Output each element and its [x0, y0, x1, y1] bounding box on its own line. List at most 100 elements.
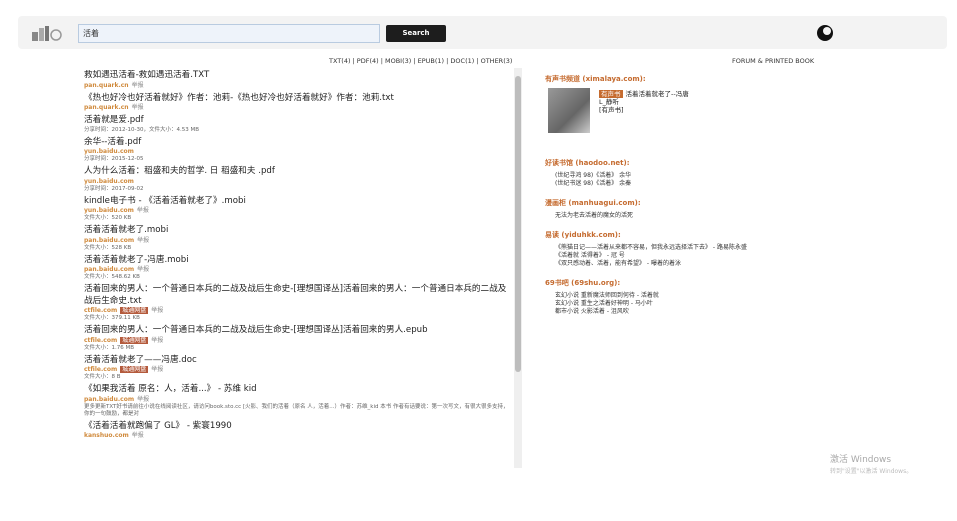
list-item[interactable]: 都市小说 火影活着 - 沮风吹 — [555, 308, 845, 316]
list-item[interactable]: 《熊猫日记——活着从来都不容易，但我永远选择活下去》 - 路易陈永盛 — [555, 244, 845, 252]
ximalaya-book[interactable]: 有声书 活着活着就老了--冯唐 L_静听 [有声书] — [545, 88, 845, 146]
site-logo[interactable] — [30, 24, 64, 42]
result-title[interactable]: 人为什么活着：稻盛和夫的哲学. 日 稻盛和夫 .pdf — [84, 166, 512, 178]
manhuagui-list: 无法为老去活着的魔女的活死 — [555, 212, 845, 220]
result-item: 活着活着就老了——冯唐.doc ctfile.com 城通网盘 举报 文件大小：8 B — [84, 355, 512, 382]
source-domain[interactable]: ctfile.com — [84, 366, 117, 373]
result-item: 余华--活着.pdf yun.baidu.com 分享时间：2015-12-05 — [84, 137, 512, 164]
source-domain[interactable]: pan.baidu.com — [84, 237, 134, 244]
result-source[interactable]: yun.baidu.com — [84, 178, 512, 186]
list-item[interactable]: (世纪书迷 98)《活着》 余秦 — [555, 180, 845, 188]
source-domain[interactable]: pan.baidu.com — [84, 266, 134, 273]
result-item: 《热也好冷也好活着就好》作者：池莉-《热也好冷也好活着就好》作者：池莉.txt p… — [84, 93, 512, 113]
source-domain[interactable]: pan.baidu.com — [84, 396, 134, 403]
night-mode-icon[interactable] — [817, 25, 833, 41]
result-title[interactable]: 救如遇迅活着-救如遇迅活着.TXT — [84, 70, 512, 82]
report-link[interactable]: 举报 — [132, 104, 144, 111]
right-panel: 有声书频道 (ximalaya.com): 有声书 活着活着就老了--冯唐 L_静… — [545, 74, 845, 326]
report-link[interactable]: 举报 — [132, 432, 144, 439]
result-title[interactable]: 余华--活着.pdf — [84, 137, 512, 149]
windows-activation-watermark: 激活 Windows — [830, 455, 892, 465]
result-meta: 文件大小：520 KB — [84, 215, 132, 221]
yidu-title[interactable]: 易读 (yiduhkk.com): — [545, 230, 845, 240]
result-title[interactable]: 活着活着就老了-冯唐.mobi — [84, 255, 512, 267]
result-title[interactable]: 活着回来的男人：一个普通日本兵的二战及战后生命史-[理想国译丛]活着回来的男人：… — [84, 284, 512, 307]
result-item: 活着活着就老了-冯唐.mobi pan.baidu.com 举报 文件大小：548.6… — [84, 255, 512, 282]
result-meta: 文件大小：8 B — [84, 374, 121, 380]
list-item[interactable]: 《双只感动着、活着，能有希望》 - 曝着的着泳 — [555, 260, 845, 268]
result-meta: 分享时间：2012-10-30，文件大小：4.53 MB — [84, 126, 199, 133]
report-link[interactable]: 举报 — [137, 266, 149, 273]
result-source[interactable]: pan.baidu.com 举报 — [84, 266, 512, 274]
result-title[interactable]: 活着活着就老了——冯唐.doc — [84, 355, 512, 367]
result-title[interactable]: 《活着活着就跑偏了 GL》 - 紫寰1990 — [84, 421, 512, 433]
sixnine-list: 玄幻小说 重新魔法师回到何待 - 活着就 玄幻小说 重生之活着好神明 - 马小叶… — [555, 292, 845, 316]
ximalaya-title[interactable]: 有声书频道 (ximalaya.com): — [545, 74, 845, 84]
report-link[interactable]: 举报 — [132, 82, 144, 89]
result-item: 活着活着就老了.mobi pan.baidu.com 举报 文件大小：528 KB — [84, 225, 512, 252]
result-source[interactable]: kanshuo.com 举报 — [84, 432, 512, 440]
report-link[interactable]: 举报 — [137, 237, 149, 244]
scrollbar-thumb[interactable] — [515, 76, 521, 372]
manhuagui-title[interactable]: 漫画柜 (manhuagui.com): — [545, 198, 845, 208]
source-domain[interactable]: pan.quark.cn — [84, 104, 129, 111]
source-badge: 城通网盘 — [120, 366, 149, 373]
forum-printed-book-header: FORUM & PRINTED BOOK — [732, 57, 815, 65]
result-item: 活着回来的男人：一个普通日本兵的二战及战后生命史-[理想国译丛]活着回来的男人.… — [84, 325, 512, 352]
source-badge: 城通网盘 — [120, 307, 149, 314]
list-item[interactable]: 《活着就 活得着》 - 冠 号 — [555, 252, 845, 260]
report-link[interactable]: 举报 — [137, 396, 149, 403]
result-source[interactable]: pan.quark.cn 举报 — [84, 104, 512, 112]
source-domain[interactable]: yun.baidu.com — [84, 207, 134, 214]
search-input[interactable]: 活着 — [78, 24, 380, 43]
haodoo-list: (世纪寻鸿 98)《活着》 余华 (世纪书迷 98)《活着》 余秦 — [555, 172, 845, 188]
result-item: 救如遇迅活着-救如遇迅活着.TXT pan.quark.cn 举报 — [84, 70, 512, 90]
result-title[interactable]: 活着回来的男人：一个普通日本兵的二战及战后生命史-[理想国译丛]活着回来的男人.… — [84, 325, 512, 337]
result-source[interactable]: yun.baidu.com 举报 — [84, 207, 512, 215]
book-title[interactable]: 活着活着就老了--冯唐 — [626, 90, 689, 98]
source-domain[interactable]: ctfile.com — [84, 337, 117, 344]
audiobook-badge: 有声书 — [599, 90, 623, 98]
results-list: 救如遇迅活着-救如遇迅活着.TXT pan.quark.cn 举报 《热也好冷也好活着… — [80, 70, 512, 470]
report-link[interactable]: 举报 — [151, 337, 163, 344]
result-item: 人为什么活着：稻盛和夫的哲学. 日 稻盛和夫 .pdf yun.baidu.com… — [84, 166, 512, 193]
result-source[interactable]: pan.quark.cn 举报 — [84, 82, 512, 90]
result-title[interactable]: 《热也好冷也好活着就好》作者：池莉-《热也好冷也好活着就好》作者：池莉.txt — [84, 93, 512, 105]
result-source[interactable]: yun.baidu.com — [84, 148, 512, 156]
list-item[interactable]: 玄幻小说 重生之活着好神明 - 马小叶 — [555, 300, 845, 308]
results-scrollbar[interactable] — [514, 68, 522, 468]
list-item[interactable]: 玄幻小说 重新魔法师回到何待 - 活着就 — [555, 292, 845, 300]
result-meta: 分享时间：2015-12-05 — [84, 156, 144, 162]
book-tag: [有声书] — [599, 106, 624, 114]
result-source[interactable]: ctfile.com 城通网盘 举报 — [84, 307, 512, 315]
sixnine-title[interactable]: 69书吧 (69shu.org): — [545, 278, 845, 288]
source-domain[interactable]: kanshuo.com — [84, 432, 129, 439]
result-item: kindle电子书 - 《活着活着就老了》.mobi yun.baidu.com 举… — [84, 196, 512, 223]
result-title[interactable]: kindle电子书 - 《活着活着就老了》.mobi — [84, 196, 512, 208]
source-domain[interactable]: ctfile.com — [84, 307, 117, 314]
source-domain[interactable]: yun.baidu.com — [84, 148, 134, 155]
result-meta: 更多更新TXT好书请前往小说在线阅读社区，请访问book.sto.cc [火影、… — [84, 403, 509, 417]
result-item: 《如果我活着 原名：人，活着...》 - 苏维 kid pan.baidu.com… — [84, 384, 512, 418]
result-title[interactable]: 活着就是爱.pdf — [84, 115, 512, 127]
book-cover-image[interactable] — [548, 88, 590, 133]
result-meta: 文件大小：548.62 KB — [84, 274, 140, 280]
format-filters[interactable]: TXT(4) | PDF(4) | MOBI(3) | EPUB(1) | DO… — [329, 57, 512, 65]
list-item[interactable]: 无法为老去活着的魔女的活死 — [555, 212, 845, 220]
report-link[interactable]: 举报 — [151, 307, 163, 314]
source-domain[interactable]: yun.baidu.com — [84, 178, 134, 185]
result-title[interactable]: 《如果我活着 原名：人，活着...》 - 苏维 kid — [84, 384, 512, 396]
report-link[interactable]: 举报 — [151, 366, 163, 373]
result-source[interactable]: pan.baidu.com 举报 — [84, 396, 512, 404]
report-link[interactable]: 举报 — [137, 207, 149, 214]
source-badge: 城通网盘 — [120, 336, 149, 344]
result-source[interactable]: pan.baidu.com 举报 — [84, 237, 512, 245]
source-domain[interactable]: pan.quark.cn — [84, 82, 129, 89]
result-title[interactable]: 活着活着就老了.mobi — [84, 225, 512, 237]
haodoo-title[interactable]: 好读书馆 (haodoo.net): — [545, 158, 845, 168]
result-source[interactable]: ctfile.com 城通网盘 举报 — [84, 366, 512, 374]
list-item[interactable]: (世纪寻鸿 98)《活着》 余华 — [555, 172, 845, 180]
windows-activation-hint: 转到"设置"以激活 Windows。 — [830, 468, 913, 475]
search-button[interactable]: Search — [386, 25, 446, 42]
result-source[interactable]: ctfile.com 城通网盘 举报 — [84, 336, 512, 345]
